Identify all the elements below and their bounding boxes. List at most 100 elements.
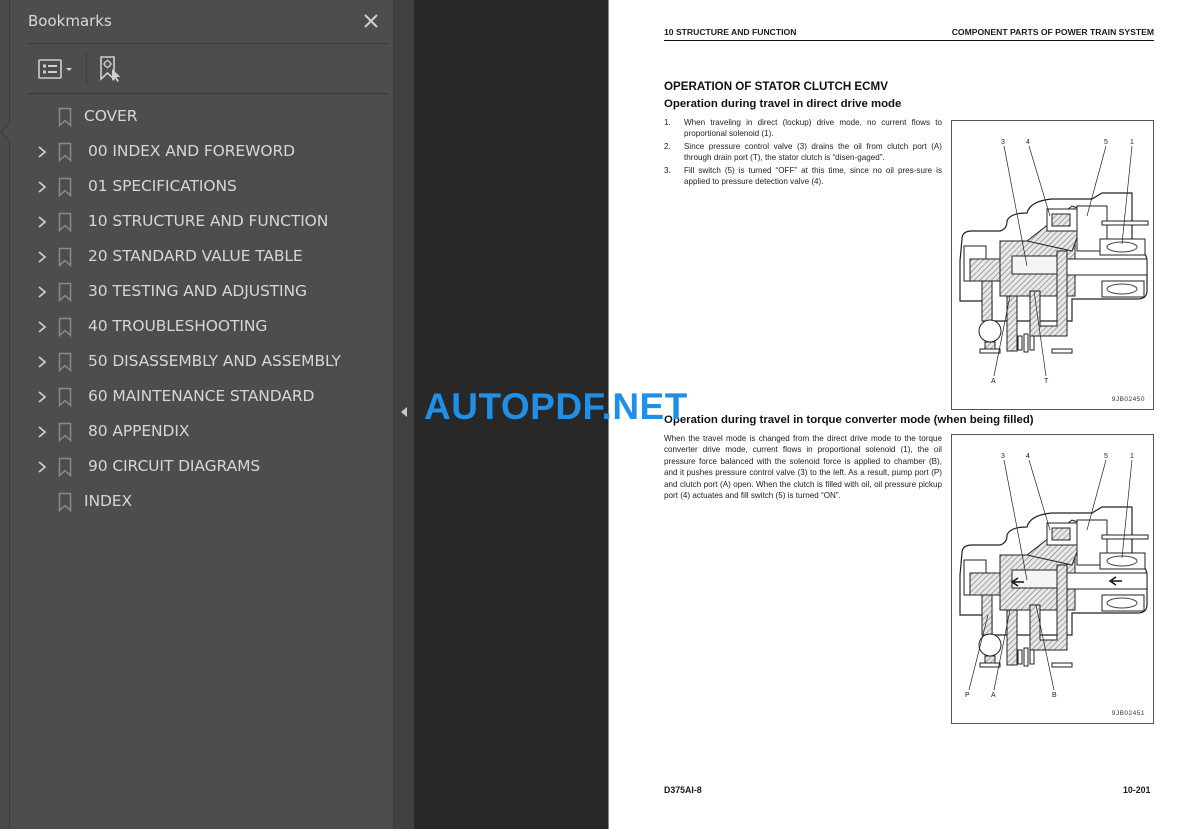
figure-code: 9JB02450 bbox=[1111, 396, 1145, 403]
step-text: Fill switch (5) is turned “OFF” at this … bbox=[684, 166, 942, 186]
figure-label: A bbox=[991, 378, 996, 385]
bookmark-list: COVER 00 INDEX AND FOREWORD 01 SPECIFICA… bbox=[20, 99, 403, 519]
bookmark-item-30-testing-and-adjusting[interactable]: 30 TESTING AND ADJUSTING bbox=[20, 274, 403, 309]
chevron-right-icon[interactable] bbox=[36, 285, 48, 299]
bookmark-item-01-specifications[interactable]: 01 SPECIFICATIONS bbox=[20, 169, 403, 204]
bookmark-icon bbox=[58, 352, 72, 372]
figure-label: 3 bbox=[1001, 453, 1005, 460]
figure-label: B bbox=[1052, 692, 1057, 699]
bookmark-item-00-index-and-foreword[interactable]: 00 INDEX AND FOREWORD bbox=[20, 134, 403, 169]
step-number: 3. bbox=[664, 166, 671, 176]
bookmark-item-60-maintenance-standard[interactable]: 60 MAINTENANCE STANDARD bbox=[20, 379, 403, 414]
find-current-bookmark-icon bbox=[100, 56, 121, 82]
chevron-right-icon[interactable] bbox=[36, 425, 48, 439]
bookmarks-panel: Bookmarks COVER 00 INDEX AND FOREWORD 01… bbox=[10, 0, 393, 829]
bookmark-label: 01 SPECIFICATIONS bbox=[88, 177, 237, 195]
figure-label: 4 bbox=[1026, 453, 1030, 460]
page-footer-number: 10-201 bbox=[1123, 785, 1151, 795]
step-number: 2. bbox=[664, 142, 671, 152]
figure-label: 5 bbox=[1104, 139, 1108, 146]
figure-label: P bbox=[965, 692, 970, 699]
bookmark-item-10-structure-and-function[interactable]: 10 STRUCTURE AND FUNCTION bbox=[20, 204, 403, 239]
panel-splitter[interactable] bbox=[393, 0, 414, 829]
find-current-bookmark-button[interactable] bbox=[98, 55, 124, 83]
chevron-right-icon[interactable] bbox=[36, 320, 48, 334]
bookmarks-toolbar bbox=[28, 45, 388, 94]
bookmark-item-80-appendix[interactable]: 80 APPENDIX bbox=[20, 414, 403, 449]
figure-direct-drive-diagram: 3 4 5 1 A T 9JB02450 bbox=[951, 120, 1154, 410]
bookmark-item-40-troubleshooting[interactable]: 40 TROUBLESHOOTING bbox=[20, 309, 403, 344]
figure-label: 3 bbox=[1001, 139, 1005, 146]
chevron-right-icon[interactable] bbox=[36, 250, 48, 264]
bookmark-item-index[interactable]: INDEX bbox=[20, 484, 403, 519]
bookmark-icon bbox=[58, 492, 72, 512]
bookmark-label: 30 TESTING AND ADJUSTING bbox=[88, 282, 307, 300]
step-text: When traveling in direct (lockup) drive … bbox=[684, 118, 942, 138]
close-panel-button[interactable] bbox=[360, 10, 382, 32]
bookmark-options-icon bbox=[38, 59, 72, 79]
figure-label: 5 bbox=[1104, 453, 1108, 460]
watermark-text: AUTOPDF.NET bbox=[424, 386, 688, 427]
figure-code: 9JB02451 bbox=[1111, 710, 1145, 717]
chevron-right-icon[interactable] bbox=[36, 460, 48, 474]
collapse-panel-arrow-icon[interactable] bbox=[399, 405, 409, 419]
toolbar-divider bbox=[86, 53, 87, 85]
bookmark-options-button[interactable] bbox=[38, 57, 80, 83]
bookmark-icon bbox=[58, 282, 72, 302]
page-footer-model: D375AI-8 bbox=[664, 785, 702, 795]
page-header-chapter: COMPONENT PARTS OF POWER TRAIN SYSTEM bbox=[951, 27, 1154, 37]
bookmark-icon bbox=[58, 247, 72, 267]
figure-label: 1 bbox=[1130, 139, 1134, 146]
bookmark-icon bbox=[58, 317, 72, 337]
bookmark-label: 50 DISASSEMBLY AND ASSEMBLY bbox=[88, 352, 341, 370]
chevron-right-icon[interactable] bbox=[36, 180, 48, 194]
chevron-right-icon[interactable] bbox=[36, 390, 48, 404]
bookmark-label: 20 STANDARD VALUE TABLE bbox=[88, 247, 303, 265]
bookmark-item-cover[interactable]: COVER bbox=[20, 99, 403, 134]
section-heading-torque-converter: Operation during travel in torque conver… bbox=[664, 414, 1034, 426]
bookmark-icon bbox=[58, 212, 72, 232]
torque-converter-paragraph: When the travel mode is changed from the… bbox=[664, 434, 942, 501]
bookmark-label: 80 APPENDIX bbox=[88, 422, 190, 440]
page-header: 10 STRUCTURE AND FUNCTION COMPONENT PART… bbox=[664, 27, 1154, 41]
bookmark-label: 10 STRUCTURE AND FUNCTION bbox=[88, 212, 329, 230]
step-item: 1. When traveling in direct (lockup) dri… bbox=[664, 118, 942, 139]
bookmark-icon bbox=[58, 177, 72, 197]
figure-label: A bbox=[991, 692, 996, 699]
bookmark-label: INDEX bbox=[84, 492, 133, 510]
ecmv-cross-section-diagram: 3 4 5 1 A T bbox=[959, 139, 1149, 385]
chevron-right-icon[interactable] bbox=[36, 355, 48, 369]
bookmark-icon bbox=[58, 387, 72, 407]
page-title: OPERATION OF STATOR CLUTCH ECMV bbox=[664, 80, 888, 93]
page-header-section: 10 STRUCTURE AND FUNCTION bbox=[664, 27, 797, 37]
bookmark-icon bbox=[58, 107, 72, 127]
ecmv-cross-section-diagram: 3 4 5 1 P A B bbox=[959, 453, 1149, 699]
direct-drive-steps: 1. When traveling in direct (lockup) dri… bbox=[664, 118, 942, 191]
bookmark-item-90-circuit-diagrams[interactable]: 90 CIRCUIT DIAGRAMS bbox=[20, 449, 403, 484]
figure-label: 4 bbox=[1026, 139, 1030, 146]
close-icon bbox=[364, 14, 378, 28]
bookmark-label: 00 INDEX AND FOREWORD bbox=[88, 142, 295, 160]
chevron-down-icon bbox=[66, 68, 72, 71]
figure-torque-converter-diagram: 3 4 5 1 P A B 9JB02451 bbox=[951, 434, 1154, 724]
bookmark-icon bbox=[58, 142, 72, 162]
bookmark-label: 60 MAINTENANCE STANDARD bbox=[88, 387, 315, 405]
bookmark-icon bbox=[58, 422, 72, 442]
panel-title: Bookmarks bbox=[28, 12, 112, 30]
bookmark-label: 90 CIRCUIT DIAGRAMS bbox=[88, 457, 261, 475]
pdf-page: 10 STRUCTURE AND FUNCTION COMPONENT PART… bbox=[608, 0, 1200, 829]
step-item: 3. Fill switch (5) is turned “OFF” at th… bbox=[664, 166, 942, 187]
bookmark-item-20-standard-value-table[interactable]: 20 STANDARD VALUE TABLE bbox=[20, 239, 403, 274]
figure-label: T bbox=[1044, 378, 1049, 385]
bookmark-icon bbox=[58, 457, 72, 477]
chevron-right-icon[interactable] bbox=[36, 215, 48, 229]
step-item: 2. Since pressure control valve (3) drai… bbox=[664, 142, 942, 163]
bookmarks-panel-header: Bookmarks bbox=[28, 0, 388, 44]
step-number: 1. bbox=[664, 118, 671, 127]
step-text: Since pressure control valve (3) drains … bbox=[684, 142, 942, 162]
figure-label: 1 bbox=[1130, 453, 1134, 460]
chevron-right-icon[interactable] bbox=[36, 145, 48, 159]
pdf-viewer: Bookmarks COVER 00 INDEX AND FOREWORD 01… bbox=[0, 0, 1200, 829]
bookmark-item-50-disassembly-and-assembly[interactable]: 50 DISASSEMBLY AND ASSEMBLY bbox=[20, 344, 403, 379]
bookmark-label: COVER bbox=[84, 107, 138, 125]
